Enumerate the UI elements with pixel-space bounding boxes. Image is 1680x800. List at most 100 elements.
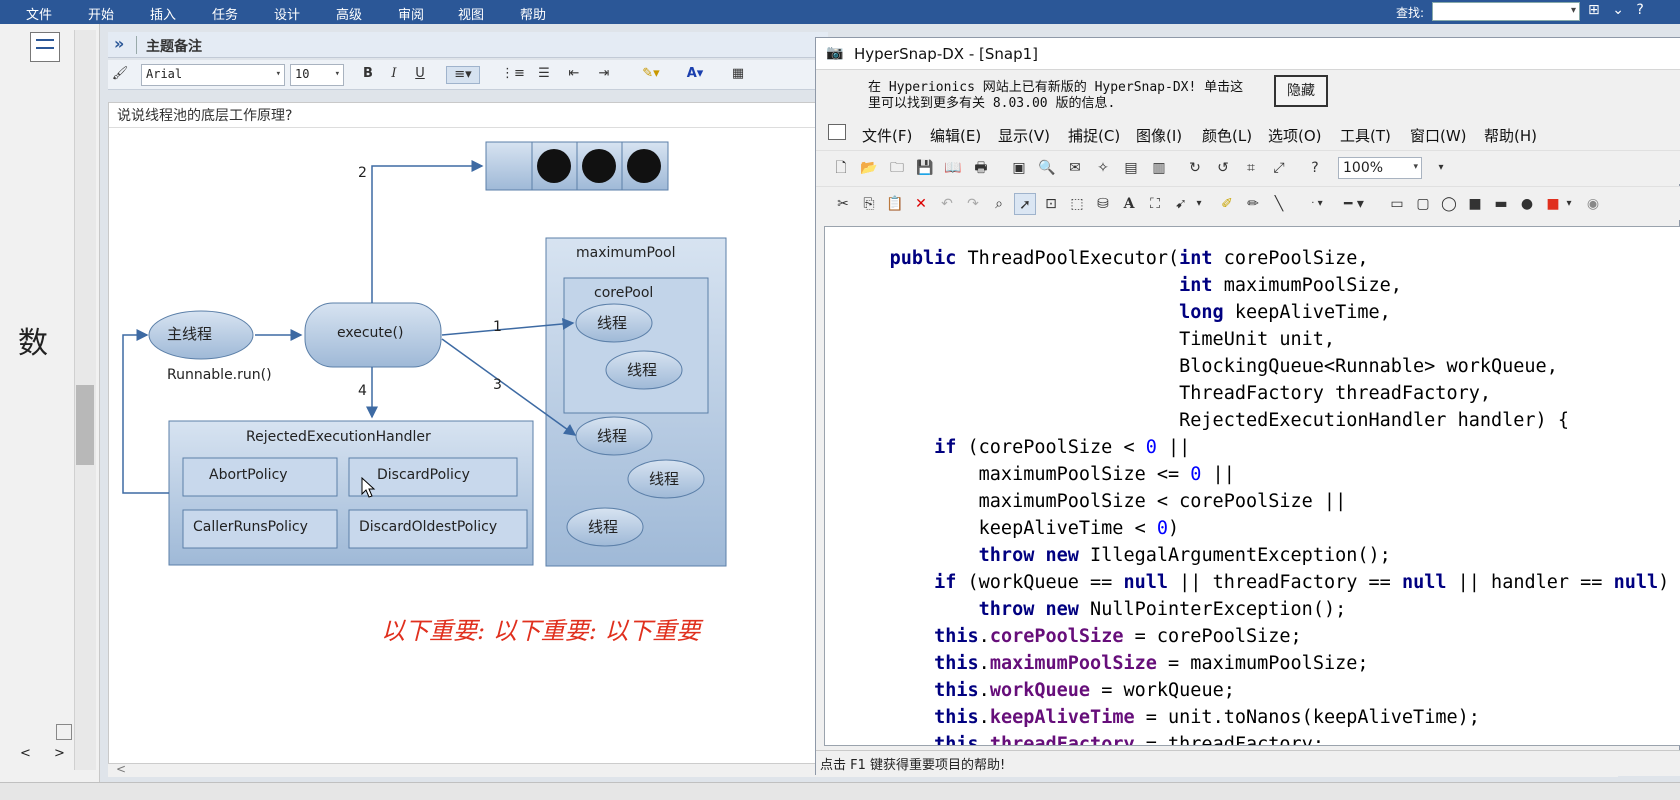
print-icon[interactable]: 🖶 bbox=[970, 157, 992, 179]
paste-icon[interactable]: 📋 bbox=[884, 193, 906, 215]
hs-menu-window[interactable]: 窗口(W) bbox=[1410, 125, 1467, 146]
window-icon[interactable] bbox=[828, 124, 846, 140]
font-size-select[interactable]: 10 ▾ bbox=[290, 64, 344, 86]
line-width-select[interactable]: ━ ▾ bbox=[1336, 193, 1372, 215]
crop-icon[interactable]: ⌗ bbox=[1240, 157, 1262, 179]
hs-menu-file[interactable]: 文件(F) bbox=[862, 125, 912, 146]
open-many-icon[interactable]: 🗀 bbox=[886, 157, 908, 179]
table-icon[interactable]: ▦ bbox=[728, 66, 748, 84]
zoom-select[interactable]: 100% ▾ bbox=[1338, 157, 1422, 179]
highlighter-icon[interactable]: ✐ bbox=[1216, 193, 1238, 215]
menu-insert[interactable]: 插入 bbox=[150, 4, 176, 23]
hs-menu-edit[interactable]: 编辑(E) bbox=[930, 125, 981, 146]
filled-rect-icon[interactable]: ■ bbox=[1464, 193, 1486, 215]
hs-menu-color[interactable]: 颜色(L) bbox=[1202, 125, 1252, 146]
font-color-icon[interactable]: A▾ bbox=[680, 66, 710, 84]
marquee-icon[interactable]: ⬚ bbox=[1066, 193, 1088, 215]
undo-icon[interactable]: ↶ bbox=[936, 193, 958, 215]
shadow-icon[interactable]: ◉ bbox=[1582, 193, 1604, 215]
menu-home[interactable]: 开始 bbox=[88, 4, 114, 23]
scroll-left-icon[interactable]: < bbox=[116, 762, 126, 776]
update-info-line2[interactable]: 里可以找到更多有关 8.03.00 版的信息. bbox=[868, 92, 1115, 111]
ellipse-icon[interactable]: ◯ bbox=[1438, 193, 1460, 215]
menu-task[interactable]: 任务 bbox=[212, 4, 238, 23]
open-icon[interactable]: 📂 bbox=[858, 157, 880, 179]
scroll-capture-icon[interactable]: ▥ bbox=[1148, 157, 1170, 179]
nav-right-icon[interactable]: > bbox=[54, 746, 65, 761]
copy-icon[interactable]: ⎘ bbox=[858, 193, 880, 215]
hs-menu-image[interactable]: 图像(I) bbox=[1136, 125, 1182, 146]
note-editor[interactable]: 说说线程池的底层工作原理? 主线程 Runnable.run() execute… bbox=[108, 102, 828, 772]
hide-button[interactable]: 隐藏 bbox=[1274, 75, 1328, 107]
numbered-list-icon[interactable]: ⋮≡ bbox=[500, 66, 526, 84]
note-header-title: 主题备注 bbox=[146, 39, 202, 55]
menu-help[interactable]: 帮助 bbox=[520, 4, 546, 23]
rotate-left-icon[interactable]: ↺ bbox=[1212, 157, 1234, 179]
stamp-tool-icon[interactable]: ⛁ bbox=[1092, 193, 1114, 215]
wand-icon[interactable]: ✧ bbox=[1092, 157, 1114, 179]
magnify-icon[interactable]: 🔍 bbox=[1036, 157, 1058, 179]
align-left-icon[interactable]: ≡▾ bbox=[446, 66, 480, 84]
resize-icon[interactable] bbox=[56, 724, 72, 740]
redo-icon[interactable]: ↷ bbox=[962, 193, 984, 215]
red-important-text: 以下重要: 以下重要: 以下重要 bbox=[381, 617, 701, 645]
nav-left-icon[interactable]: < bbox=[20, 746, 31, 761]
filled-rounded-rect-icon[interactable]: ▬ bbox=[1490, 193, 1512, 215]
chevron-down-icon[interactable]: ▾ bbox=[1188, 193, 1210, 215]
menu-file[interactable]: 文件 bbox=[26, 4, 52, 23]
italic-button[interactable]: I bbox=[384, 66, 404, 84]
hs-menu-options[interactable]: 选项(O) bbox=[1268, 125, 1322, 146]
save-icon[interactable]: 💾 bbox=[914, 157, 936, 179]
book-icon[interactable]: 📖 bbox=[942, 157, 964, 179]
fill-icon[interactable]: ⛶ bbox=[1144, 193, 1166, 215]
zoom-icon[interactable]: ⌕ bbox=[988, 193, 1010, 215]
hs-menu-view[interactable]: 显示(V) bbox=[998, 125, 1050, 146]
capture-icon[interactable]: ▣ bbox=[1008, 157, 1030, 179]
search-input[interactable]: ▾ bbox=[1432, 2, 1580, 21]
highlight-icon[interactable]: ✎▾ bbox=[636, 66, 666, 84]
new-icon[interactable]: 🗋 bbox=[830, 157, 852, 179]
expand-icon[interactable]: » bbox=[114, 34, 124, 53]
rotate-right-icon[interactable]: ↻ bbox=[1184, 157, 1206, 179]
rounded-rect-icon[interactable]: ▢ bbox=[1412, 193, 1434, 215]
chevron-down-icon[interactable]: ▾ bbox=[1558, 193, 1580, 215]
line-tool-icon[interactable]: ╲ bbox=[1268, 193, 1290, 215]
bullet-list-icon[interactable]: ☰ bbox=[534, 66, 554, 84]
cut-icon[interactable]: ✂ bbox=[832, 193, 854, 215]
underline-button[interactable]: U bbox=[410, 66, 430, 84]
resize-icon[interactable]: ⤢ bbox=[1268, 157, 1290, 179]
filled-ellipse-icon[interactable]: ● bbox=[1516, 193, 1538, 215]
menu-view[interactable]: 视图 bbox=[458, 4, 484, 23]
hypersnap-titlebar[interactable]: 📷 HyperSnap-DX - [Snap1] bbox=[816, 38, 1680, 70]
delete-icon[interactable]: ✕ bbox=[910, 193, 932, 215]
decrease-indent-icon[interactable]: ⇤ bbox=[564, 66, 584, 84]
hs-menu-tools[interactable]: 工具(T) bbox=[1340, 125, 1391, 146]
bold-button[interactable]: B bbox=[358, 66, 378, 84]
hs-menu-help[interactable]: 帮助(H) bbox=[1484, 125, 1537, 146]
chevron-down-icon[interactable]: ▾ bbox=[1571, 5, 1576, 16]
context-help-icon[interactable]: ? bbox=[1304, 157, 1326, 179]
pencil-icon[interactable]: ✏ bbox=[1242, 193, 1264, 215]
left-scroll-thumb[interactable] bbox=[76, 385, 94, 465]
hypersnap-image-canvas[interactable]: public ThreadPoolExecutor(int corePoolSi… bbox=[824, 226, 1680, 746]
menu-review[interactable]: 审阅 bbox=[398, 4, 424, 23]
select-pointer-icon[interactable]: ➚ bbox=[1014, 193, 1036, 215]
notepad-icon[interactable] bbox=[30, 32, 60, 62]
edge-label-1: 1 bbox=[493, 319, 502, 335]
overflow-icon[interactable]: ▾ bbox=[1430, 157, 1452, 179]
menu-advanced[interactable]: 高级 bbox=[336, 4, 362, 23]
line-style-select[interactable]: · ▾ bbox=[1306, 193, 1328, 215]
layout-icon[interactable]: ⊞ bbox=[1588, 2, 1600, 18]
increase-indent-icon[interactable]: ⇥ bbox=[594, 66, 614, 84]
hs-menu-capture[interactable]: 捕捉(C) bbox=[1068, 125, 1120, 146]
format-painter-icon[interactable]: 🖌 bbox=[110, 66, 130, 84]
select-area-icon[interactable]: ⊡ bbox=[1040, 193, 1062, 215]
rectangle-icon[interactable]: ▭ bbox=[1386, 193, 1408, 215]
text-tool-icon[interactable]: A bbox=[1118, 193, 1140, 215]
menu-design[interactable]: 设计 bbox=[274, 4, 300, 23]
collapse-ribbon-icon[interactable]: ⌄ bbox=[1612, 2, 1624, 18]
stamp-icon[interactable]: ✉ bbox=[1064, 157, 1086, 179]
region-icon[interactable]: ▤ bbox=[1120, 157, 1142, 179]
font-name-select[interactable]: Arial ▾ bbox=[141, 64, 285, 86]
help-icon[interactable]: ? bbox=[1636, 2, 1643, 18]
